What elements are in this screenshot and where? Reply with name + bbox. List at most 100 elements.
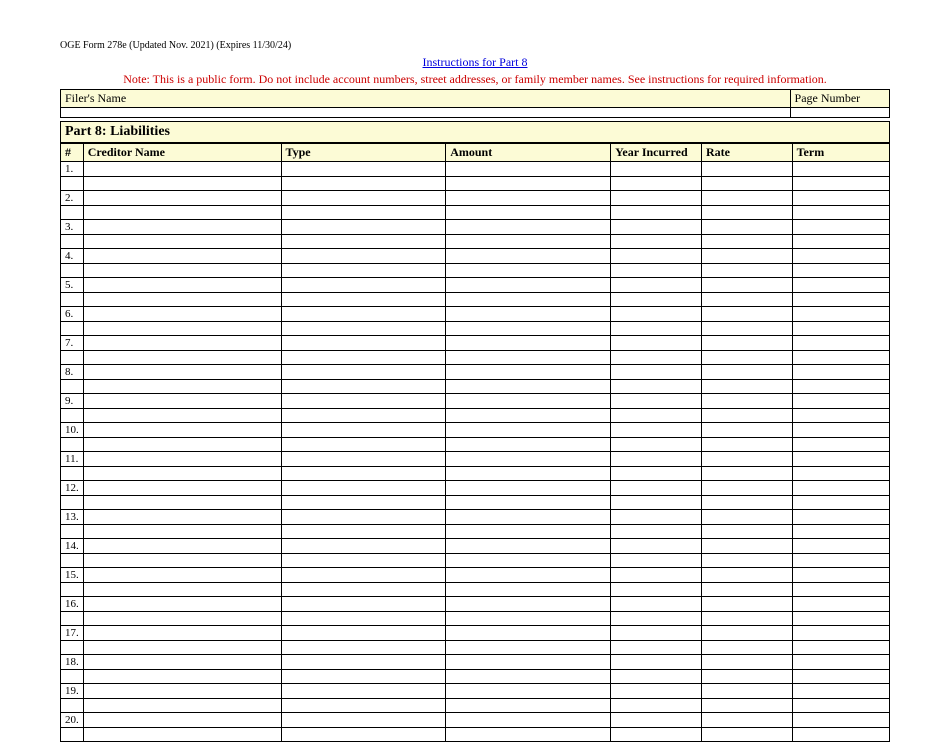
cell-amount[interactable]: [446, 481, 611, 496]
cell-blank[interactable]: [61, 235, 84, 249]
cell-year[interactable]: [611, 597, 702, 612]
cell-blank[interactable]: [611, 322, 702, 336]
cell-amount[interactable]: [446, 539, 611, 554]
cell-blank[interactable]: [83, 322, 281, 336]
cell-year[interactable]: [611, 568, 702, 583]
cell-blank[interactable]: [701, 699, 792, 713]
cell-blank[interactable]: [611, 467, 702, 481]
cell-blank[interactable]: [611, 496, 702, 510]
cell-term[interactable]: [792, 510, 889, 525]
cell-creditor[interactable]: [83, 423, 281, 438]
cell-blank[interactable]: [446, 264, 611, 278]
cell-rate[interactable]: [701, 684, 792, 699]
cell-amount[interactable]: [446, 568, 611, 583]
cell-blank[interactable]: [281, 409, 446, 423]
cell-year[interactable]: [611, 452, 702, 467]
cell-blank[interactable]: [61, 728, 84, 742]
cell-year[interactable]: [611, 394, 702, 409]
cell-blank[interactable]: [61, 496, 84, 510]
cell-rate[interactable]: [701, 365, 792, 380]
cell-blank[interactable]: [61, 177, 84, 191]
cell-type[interactable]: [281, 597, 446, 612]
cell-blank[interactable]: [446, 293, 611, 307]
cell-blank[interactable]: [792, 583, 889, 597]
cell-blank[interactable]: [281, 351, 446, 365]
cell-blank[interactable]: [611, 177, 702, 191]
cell-blank[interactable]: [281, 496, 446, 510]
cell-term[interactable]: [792, 249, 889, 264]
cell-blank[interactable]: [446, 641, 611, 655]
cell-blank[interactable]: [61, 264, 84, 278]
cell-blank[interactable]: [83, 583, 281, 597]
cell-blank[interactable]: [281, 322, 446, 336]
cell-blank[interactable]: [446, 525, 611, 539]
cell-amount[interactable]: [446, 626, 611, 641]
cell-blank[interactable]: [281, 554, 446, 568]
cell-blank[interactable]: [792, 554, 889, 568]
cell-blank[interactable]: [61, 467, 84, 481]
cell-blank[interactable]: [701, 467, 792, 481]
cell-rate[interactable]: [701, 568, 792, 583]
cell-blank[interactable]: [281, 699, 446, 713]
cell-blank[interactable]: [792, 177, 889, 191]
cell-blank[interactable]: [83, 351, 281, 365]
cell-year[interactable]: [611, 510, 702, 525]
cell-term[interactable]: [792, 539, 889, 554]
cell-rate[interactable]: [701, 220, 792, 235]
cell-type[interactable]: [281, 568, 446, 583]
cell-term[interactable]: [792, 307, 889, 322]
cell-type[interactable]: [281, 278, 446, 293]
cell-term[interactable]: [792, 278, 889, 293]
cell-creditor[interactable]: [83, 568, 281, 583]
cell-year[interactable]: [611, 191, 702, 206]
cell-term[interactable]: [792, 713, 889, 728]
cell-creditor[interactable]: [83, 452, 281, 467]
cell-blank[interactable]: [701, 641, 792, 655]
cell-blank[interactable]: [446, 699, 611, 713]
cell-blank[interactable]: [281, 206, 446, 220]
cell-type[interactable]: [281, 162, 446, 177]
cell-term[interactable]: [792, 597, 889, 612]
cell-blank[interactable]: [281, 525, 446, 539]
cell-term[interactable]: [792, 481, 889, 496]
cell-blank[interactable]: [83, 699, 281, 713]
cell-blank[interactable]: [61, 293, 84, 307]
cell-blank[interactable]: [61, 206, 84, 220]
cell-blank[interactable]: [792, 409, 889, 423]
cell-creditor[interactable]: [83, 365, 281, 380]
cell-blank[interactable]: [83, 554, 281, 568]
cell-blank[interactable]: [701, 177, 792, 191]
cell-amount[interactable]: [446, 307, 611, 322]
cell-blank[interactable]: [446, 583, 611, 597]
cell-blank[interactable]: [83, 206, 281, 220]
cell-creditor[interactable]: [83, 191, 281, 206]
cell-rate[interactable]: [701, 452, 792, 467]
cell-term[interactable]: [792, 423, 889, 438]
cell-amount[interactable]: [446, 684, 611, 699]
cell-blank[interactable]: [792, 380, 889, 394]
cell-term[interactable]: [792, 452, 889, 467]
cell-blank[interactable]: [61, 409, 84, 423]
cell-rate[interactable]: [701, 394, 792, 409]
cell-blank[interactable]: [611, 728, 702, 742]
cell-blank[interactable]: [701, 409, 792, 423]
cell-year[interactable]: [611, 626, 702, 641]
cell-blank[interactable]: [701, 380, 792, 394]
cell-rate[interactable]: [701, 191, 792, 206]
cell-blank[interactable]: [701, 206, 792, 220]
cell-blank[interactable]: [281, 235, 446, 249]
cell-amount[interactable]: [446, 394, 611, 409]
cell-rate[interactable]: [701, 626, 792, 641]
cell-year[interactable]: [611, 539, 702, 554]
cell-year[interactable]: [611, 278, 702, 293]
cell-blank[interactable]: [611, 525, 702, 539]
cell-year[interactable]: [611, 336, 702, 351]
cell-blank[interactable]: [792, 699, 889, 713]
cell-term[interactable]: [792, 394, 889, 409]
cell-blank[interactable]: [792, 496, 889, 510]
cell-blank[interactable]: [792, 206, 889, 220]
cell-year[interactable]: [611, 220, 702, 235]
cell-amount[interactable]: [446, 597, 611, 612]
cell-blank[interactable]: [61, 641, 84, 655]
cell-blank[interactable]: [446, 177, 611, 191]
